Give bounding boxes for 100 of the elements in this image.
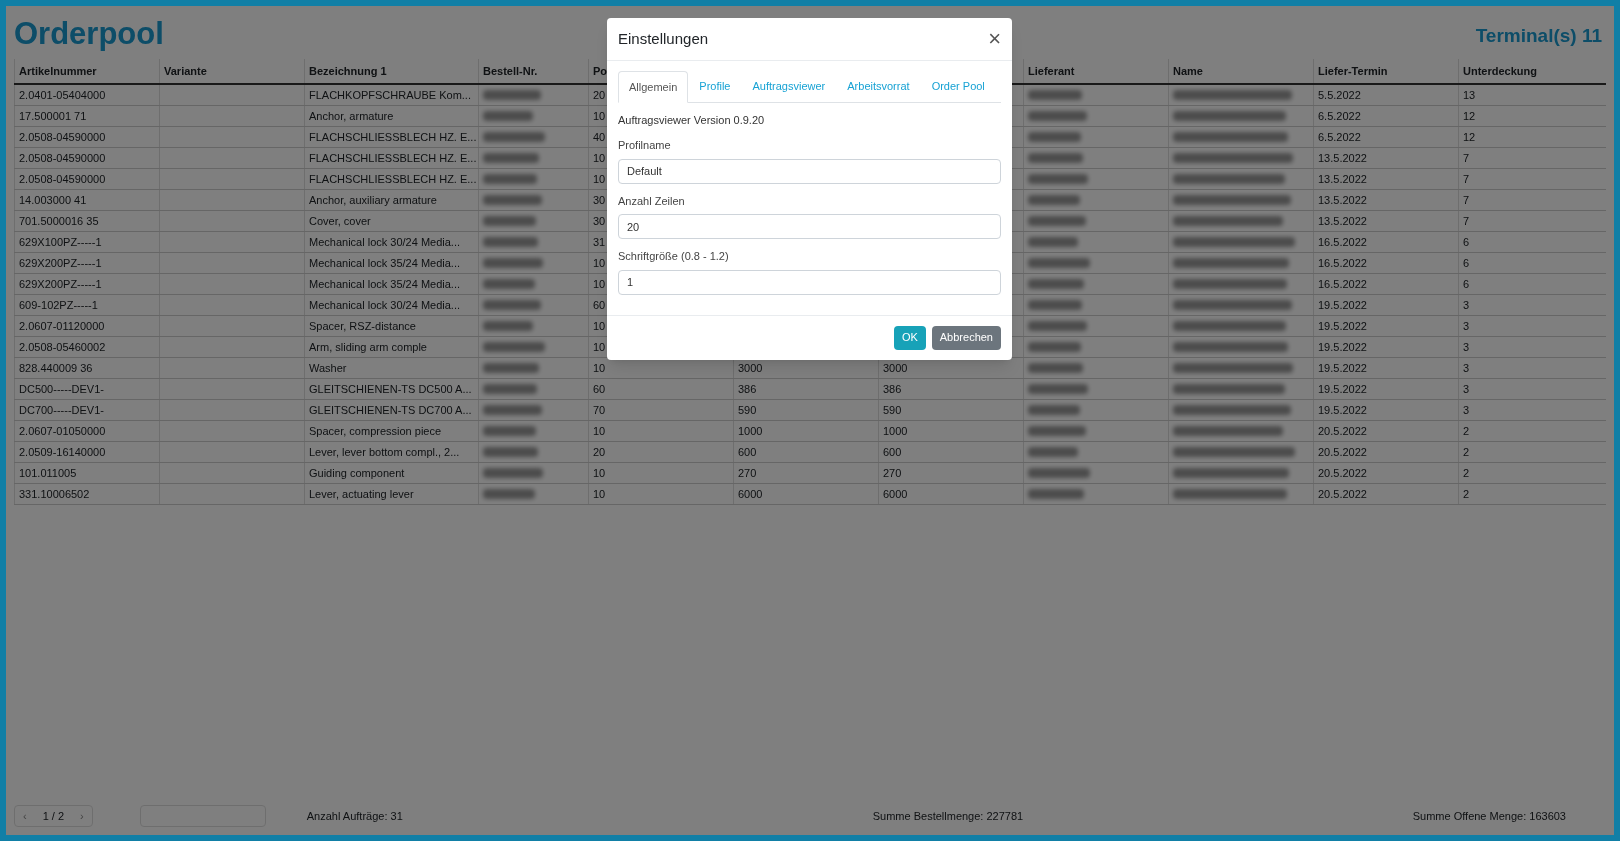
column-header[interactable]: Variante [159, 58, 304, 83]
table-cell-text: 6 [1463, 276, 1470, 292]
dialog-title: Einstellungen [618, 28, 709, 49]
table-cell-text: 20.5.2022 [1318, 444, 1367, 460]
table-cell-text: Lever, lever bottom compl., 2... [309, 444, 460, 460]
blurred-text [483, 405, 542, 415]
input-field[interactable]: 1 [618, 269, 1001, 295]
table-cell-text: FLACHSCHLIESSBLECH HZ. E... [309, 171, 477, 187]
blurred-text [483, 216, 536, 226]
table-cell-text: 3 [1463, 318, 1470, 334]
table-cell-text: Mechanical lock 35/24 Media... [309, 276, 461, 292]
input-field[interactable]: 20 [618, 214, 1001, 239]
blurred-text [483, 321, 533, 331]
table-cell-text: 19.5.2022 [1318, 297, 1367, 313]
field-label: Schriftgröße (0.8 - 1.2) [618, 249, 730, 264]
table-cell-text: 10 [593, 276, 606, 292]
table-cell-text: 2.0509-16140000 [19, 444, 106, 460]
tab[interactable]: Order Pool [920, 71, 996, 102]
blurred-text [483, 258, 543, 268]
blurred-text [1028, 321, 1087, 331]
table-cell-text: 10 [593, 255, 606, 271]
blurred-text [483, 342, 545, 352]
table-cell-text: 60 [593, 381, 606, 397]
column-header[interactable]: Liefer-Termin [1313, 58, 1458, 83]
table-cell-text: 101.011005 [19, 465, 77, 481]
table-cell-text: 13.5.2022 [1318, 213, 1367, 229]
blurred-text [1028, 384, 1088, 394]
table-cell-text: 10 [593, 150, 606, 166]
table-cell-text: 7 [1463, 192, 1470, 208]
blurred-text [1028, 405, 1080, 415]
table-cell-text: 6 [1463, 234, 1470, 250]
tab[interactable]: Auftragsviewer [741, 71, 837, 102]
previous-page-button[interactable]: ‹ [15, 807, 35, 825]
column-header[interactable]: Lieferant [1023, 58, 1168, 83]
table-cell-text: 19.5.2022 [1318, 360, 1367, 376]
table-cell-text: 10 [593, 171, 606, 187]
table-cell-text: 10 [593, 465, 606, 481]
blurred-text [483, 111, 533, 121]
table-cell-text: 701.5000016 35 [19, 213, 99, 229]
table-cell-text: FLACHKOPFSCHRAUBE Kom... [309, 87, 471, 103]
column-header[interactable]: Bestell-Nr. [478, 58, 588, 83]
tab[interactable]: Profile [688, 71, 742, 102]
table-cell-text: 6 [1463, 255, 1470, 271]
blurred-text [1028, 90, 1082, 100]
blurred-text [1028, 300, 1082, 310]
table-cell-text: Washer [309, 360, 347, 376]
table-cell-text: 386 [738, 381, 757, 397]
field-label: Anzahl Zeilen [618, 193, 686, 209]
table-cell-text: 629X200PZ-----1 [19, 276, 102, 292]
table-cell-text: 3000 [738, 360, 763, 376]
blurred-text [1028, 426, 1086, 436]
table-cell-text: Cover, cover [309, 213, 371, 229]
column-header[interactable]: Bezeichnung 1 [304, 58, 478, 83]
close-button[interactable]: × [988, 28, 1001, 50]
table-cell-text: 609-102PZ-----1 [19, 297, 98, 313]
table-cell-text: 19.5.2022 [1318, 402, 1367, 418]
blurred-text [483, 174, 537, 184]
blurred-text [1028, 489, 1084, 499]
table-cell-text: 828.440009 36 [19, 360, 93, 376]
table-cell-text: Mechanical lock 30/24 Media... [309, 297, 461, 313]
table-cell-text: 7 [1463, 213, 1470, 229]
table-cell-text: 12 [1463, 108, 1476, 124]
blurred-text [1028, 468, 1090, 478]
next-page-button[interactable]: › [72, 807, 92, 825]
table-cell-text: 2.0508-05460002 [19, 339, 106, 355]
table-cell-text: 13 [1463, 87, 1476, 103]
table-cell-text: 30 [593, 213, 606, 229]
column-header[interactable]: Name [1168, 58, 1313, 83]
blurred-text [483, 132, 545, 142]
ok-button[interactable]: OK [893, 325, 926, 350]
table-cell-text: 20.5.2022 [1318, 486, 1367, 502]
table-cell-text: 10 [593, 108, 606, 124]
tab[interactable]: Allgemein [618, 71, 689, 103]
table-cell-text: Spacer, compression piece [309, 423, 442, 439]
tab[interactable]: Arbeitsvorrat [836, 71, 921, 102]
input-field[interactable]: Default [618, 158, 1001, 184]
table-cell-text: 331.10006502 [19, 486, 90, 502]
blurred-text [483, 489, 535, 499]
column-header[interactable]: Unterdeckung [1458, 58, 1605, 83]
blurred-text [1028, 258, 1090, 268]
table-cell-text: 3000 [883, 360, 908, 376]
table-cell-text: Arm, sliding arm comple [309, 339, 427, 355]
table-cell-text: GLEITSCHIENEN-TS DC700 A... [309, 402, 472, 418]
table-cell-text: 16.5.2022 [1318, 276, 1367, 292]
blurred-text [483, 279, 535, 289]
table-cell-text: 3 [1463, 381, 1470, 397]
blurred-text [483, 447, 538, 457]
cancel-button[interactable]: Abbrechen [931, 325, 1001, 350]
table-cell-text: 7 [1463, 150, 1470, 166]
table-cell-text: 13.5.2022 [1318, 192, 1367, 208]
table-cell-text: 12 [1463, 129, 1476, 145]
table-cell-text: 3 [1463, 297, 1470, 313]
table-cell-text: 16.5.2022 [1318, 255, 1367, 271]
page-title: Orderpool [14, 18, 164, 49]
table-cell-text: 1000 [738, 423, 763, 439]
table-cell-text: 3 [1463, 360, 1470, 376]
table-cell-text: Mechanical lock 35/24 Media... [309, 255, 461, 271]
blurred-text [1028, 216, 1086, 226]
column-header[interactable]: Artikelnummer [14, 58, 159, 83]
table-cell-text: 629X100PZ-----1 [19, 234, 102, 250]
